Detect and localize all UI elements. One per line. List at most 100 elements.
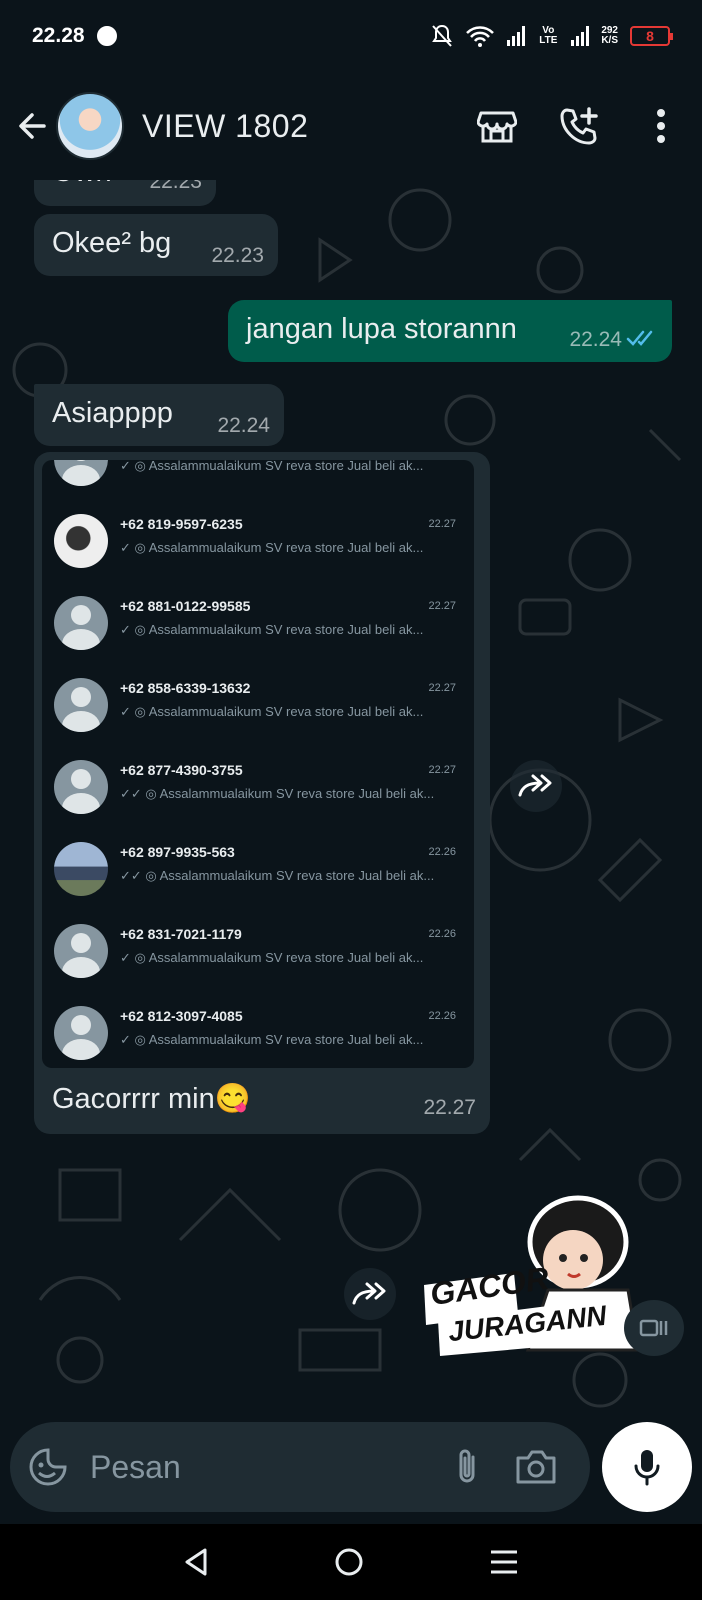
default-avatar: [54, 760, 108, 814]
read-ticks-icon: [626, 330, 653, 346]
contact-avatar[interactable]: [56, 92, 124, 160]
message-text: Okee² bg: [52, 227, 172, 259]
nav-back-icon[interactable]: [183, 1547, 209, 1577]
nav-recents-icon[interactable]: [489, 1549, 519, 1575]
row-time: 22.26: [428, 928, 456, 940]
signal-1-icon: [507, 26, 526, 46]
message-text: jangan lupa storannn: [246, 313, 517, 345]
message-bubble-incoming[interactable]: Own 22.23: [34, 180, 216, 206]
emoji-icon[interactable]: [28, 1447, 68, 1487]
image-caption: Gacorrrr min😋: [52, 1083, 251, 1115]
forward-button[interactable]: [344, 1268, 396, 1320]
message-time: 22.23: [211, 244, 264, 267]
default-avatar: [54, 1006, 108, 1060]
composer-actions: [454, 1447, 558, 1487]
default-avatar: [54, 596, 108, 650]
row-time: 22.27: [428, 518, 456, 530]
row-time: 22.27: [428, 764, 456, 776]
volte-label: Vo LTE: [539, 25, 558, 46]
row-number: +62 858-6339-13632: [120, 680, 251, 696]
add-call-icon: [560, 107, 598, 145]
row-message-text: Assalammualaikum SV reva store Jual beli…: [159, 786, 435, 801]
more-vert-icon: [657, 109, 665, 143]
sticker-message[interactable]: GACOR JURAGANN: [418, 1190, 648, 1360]
row-number: +62 831-7021-1179: [120, 926, 242, 942]
row-message: ✓✓ ◎ Assalammualaikum SV reva store Jual…: [120, 868, 435, 883]
row-message-text: Assalammualaikum SV reva store Jual beli…: [148, 540, 424, 555]
chat-list-row: +62 897-9935-563 22.26 ✓✓ ◎ Assalammuala…: [42, 830, 474, 912]
message-time: 22.23: [149, 180, 202, 193]
catalog-button[interactable]: [456, 96, 538, 156]
nav-home-icon[interactable]: [334, 1547, 364, 1577]
message-time: 22.27: [423, 1096, 476, 1119]
row-message: ✓ ◎ Assalammualaikum SV reva store Jual …: [120, 540, 424, 555]
voice-record-button[interactable]: [602, 1422, 692, 1512]
default-avatar: [54, 460, 108, 486]
chat-area[interactable]: Own 22.23 Okee² bg 22.23 jangan lupa sto…: [0, 180, 702, 1420]
row-time: 22.26: [428, 846, 456, 858]
attach-icon[interactable]: [454, 1447, 480, 1487]
message-composer[interactable]: Pesan: [10, 1422, 590, 1512]
camera-icon[interactable]: [514, 1448, 558, 1486]
forward-button[interactable]: [510, 760, 562, 812]
mute-bell-icon: [432, 24, 453, 47]
chat-header: VIEW 1802: [0, 72, 702, 180]
row-message: ✓✓ ◎ Assalammualaikum SV reva store Jual…: [120, 786, 435, 801]
row-message-text: Assalammualaikum SV reva store Jual beli…: [159, 868, 435, 883]
contact-name[interactable]: VIEW 1802: [142, 108, 308, 145]
image-message-bubble[interactable]: ✓ ◎ Assalammualaikum SV reva store Jual …: [34, 452, 490, 1134]
view-once-icon: [639, 1319, 668, 1337]
row-number: +62 897-9935-563: [120, 844, 235, 860]
row-number: +62 812-3097-4085: [120, 1008, 243, 1024]
notification-icon: [96, 26, 117, 46]
add-call-button[interactable]: [538, 96, 620, 156]
store-icon: [477, 111, 517, 143]
status-icons: Vo LTE 292 K/S 8: [431, 24, 673, 48]
row-message: ✓ ◎ Assalammualaikum SV reva store Jual …: [120, 950, 424, 965]
row-message-text: Assalammualaikum SV reva store Jual beli…: [148, 704, 424, 719]
chat-list-row: +62 881-0122-99585 22.27 ✓ ◎ Assalammual…: [42, 584, 474, 666]
screenshot-image[interactable]: ✓ ◎ Assalammualaikum SV reva store Jual …: [42, 460, 474, 1068]
row-message: ✓ ◎ Assalammualaikum SV reva store Jual …: [120, 704, 424, 719]
row-time: 22.27: [428, 682, 456, 694]
forward-icon: [518, 774, 552, 797]
row-message-text: Assalammualaikum SV reva store Jual beli…: [148, 460, 424, 473]
message-time: 22.24: [217, 414, 270, 437]
signal-2-icon: [571, 26, 590, 46]
row-number: +62 819-9597-6235: [120, 516, 243, 532]
message-input[interactable]: Pesan: [90, 1449, 181, 1486]
view-once-button[interactable]: [624, 1300, 684, 1356]
message-text: Asiapppp: [52, 397, 173, 429]
chat-list-row: +62 858-6339-13632 22.27 ✓ ◎ Assalammual…: [42, 666, 474, 748]
forward-icon: [352, 1282, 386, 1305]
battery-icon: 8: [630, 26, 673, 46]
message-time: 22.24: [569, 328, 622, 351]
photo-avatar: [54, 514, 108, 568]
default-avatar: [54, 924, 108, 978]
message-bubble-incoming[interactable]: Okee² bg 22.23: [34, 214, 278, 276]
message-text: Own: [52, 180, 112, 189]
chat-list-row: +62 819-9597-6235 22.27 ✓ ◎ Assalammuala…: [42, 502, 474, 584]
row-number: +62 881-0122-99585: [120, 598, 251, 614]
row-message-text: Assalammualaikum SV reva store Jual beli…: [148, 950, 424, 965]
row-time: 22.26: [428, 1010, 456, 1022]
chat-list-row: +62 877-4390-3755 22.27 ✓✓ ◎ Assalammual…: [42, 748, 474, 830]
mic-icon: [634, 1450, 660, 1486]
row-message-text: Assalammualaikum SV reva store Jual beli…: [148, 1032, 424, 1047]
battery-level: 8: [646, 28, 654, 44]
row-message: ✓ ◎ Assalammualaikum SV reva store Jual …: [120, 622, 424, 637]
back-arrow-icon[interactable]: [14, 108, 50, 144]
row-message: ✓ ◎ Assalammualaikum SV reva store Jual …: [120, 460, 424, 473]
more-options-button[interactable]: [620, 96, 702, 156]
net-speed-unit: K/S: [601, 35, 618, 46]
status-time: 22.28: [32, 24, 85, 47]
chat-list-row: +62 812-3097-4085 22.26 ✓ ◎ Assalammuala…: [42, 994, 474, 1068]
row-message-text: Assalammualaikum SV reva store Jual beli…: [148, 622, 424, 637]
whatsapp-chat-screen: 22.28 Vo LTE 292 K/S 8 VIEW 1802 22.23 O…: [0, 0, 702, 1600]
chat-list-row: ✓ ◎ Assalammualaikum SV reva store Jual …: [42, 460, 474, 502]
message-bubble-incoming[interactable]: Asiapppp 22.24: [34, 384, 284, 446]
row-number: +62 877-4390-3755: [120, 762, 243, 778]
message-bubble-outgoing[interactable]: jangan lupa storannn 22.24: [228, 300, 672, 362]
net-speed: 292 K/S: [601, 26, 618, 46]
row-time: 22.27: [428, 600, 456, 612]
